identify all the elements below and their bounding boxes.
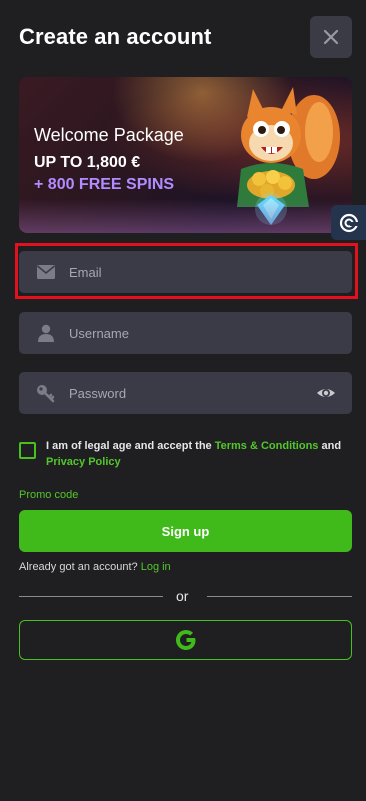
- legal-age-checkbox[interactable]: [19, 442, 36, 459]
- banner-heading: Welcome Package: [34, 125, 184, 145]
- password-field[interactable]: [19, 372, 352, 414]
- terms-prefix: I am of legal age and accept the: [46, 440, 215, 452]
- divider-text: or: [176, 588, 189, 604]
- banner-floor: [19, 199, 352, 233]
- page-title: Create an account: [19, 24, 212, 49]
- support-chat-button[interactable]: [331, 205, 366, 240]
- login-prompt-text: Already got an account?: [19, 561, 141, 573]
- eye-icon[interactable]: [316, 383, 336, 403]
- close-icon: [323, 29, 339, 45]
- envelope-icon: [36, 262, 56, 282]
- email-field[interactable]: [19, 251, 352, 293]
- terms-conditions-link[interactable]: Terms & Conditions: [215, 440, 319, 452]
- divider-left: [19, 596, 163, 597]
- terms-text: I am of legal age and accept the Terms &…: [46, 438, 346, 470]
- privacy-policy-link[interactable]: Privacy Policy: [46, 456, 121, 468]
- password-input[interactable]: [69, 385, 289, 401]
- username-input[interactable]: [69, 325, 289, 341]
- login-prompt: Already got an account? Log in: [19, 561, 171, 573]
- close-button[interactable]: [310, 16, 352, 58]
- welcome-banner[interactable]: Welcome Package UP TO 1,800 € + 800 FREE…: [19, 77, 352, 233]
- username-field[interactable]: [19, 312, 352, 354]
- google-signin-button[interactable]: [19, 620, 352, 660]
- key-icon: [36, 383, 56, 403]
- signup-button[interactable]: Sign up: [19, 510, 352, 552]
- divider-right: [207, 596, 352, 597]
- email-input[interactable]: [69, 264, 289, 280]
- banner-bonus-amount: UP TO 1,800 €: [34, 154, 141, 171]
- terms-middle: and: [318, 440, 342, 452]
- user-icon: [36, 323, 56, 343]
- promo-code-link[interactable]: Promo code: [19, 489, 78, 501]
- login-link[interactable]: Log in: [141, 561, 171, 573]
- banner-free-spins: + 800 FREE SPINS: [34, 176, 175, 193]
- support-chat-icon: [339, 213, 360, 232]
- google-icon: [175, 630, 195, 650]
